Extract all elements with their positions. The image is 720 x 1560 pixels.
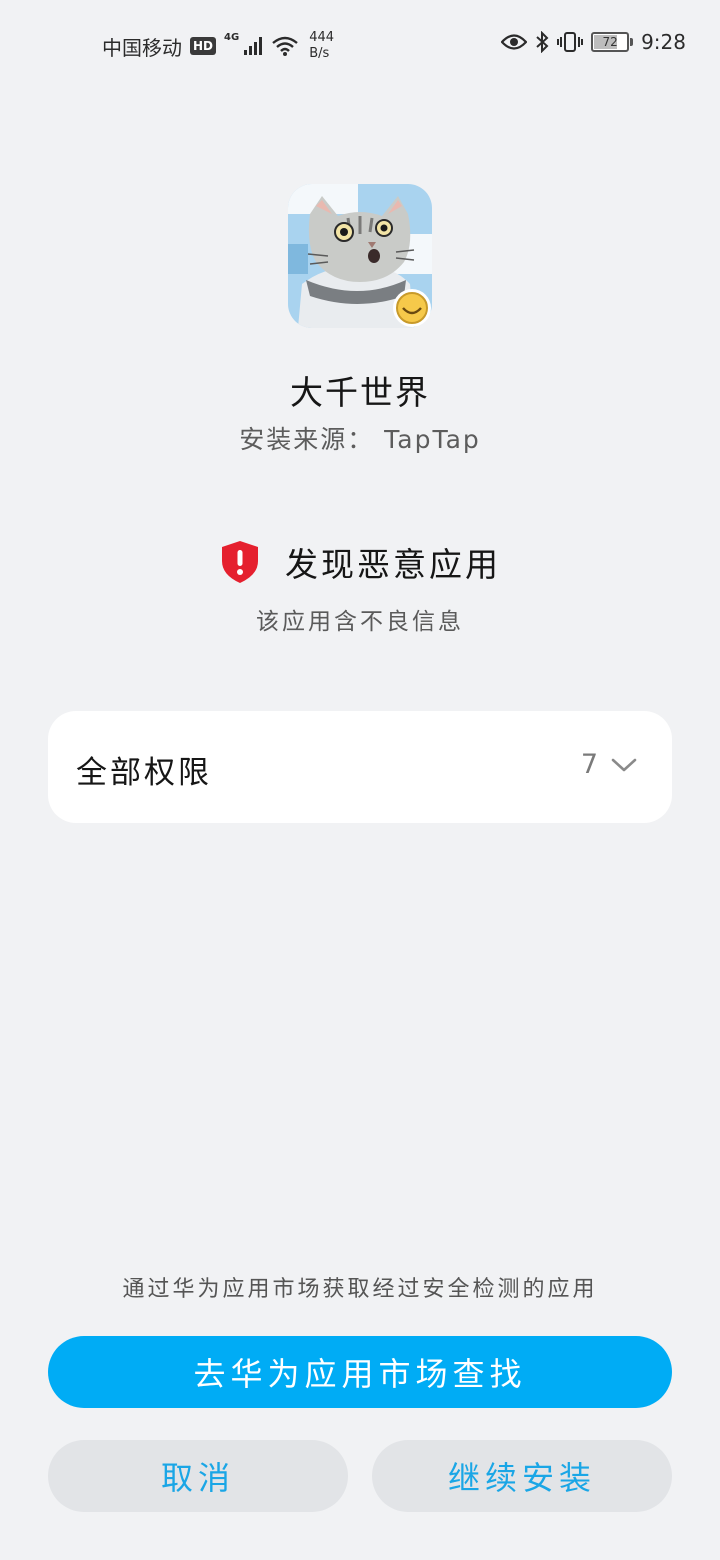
permissions-label: 全部权限 xyxy=(76,755,212,791)
security-hint: 通过华为应用市场获取经过安全检测的应用 xyxy=(122,1277,598,1302)
cancel-button[interactable]: 取消 xyxy=(48,1440,348,1512)
continue-install-button[interactable]: 继续安装 xyxy=(372,1440,672,1512)
wifi-icon xyxy=(272,36,298,56)
chevron-down-icon xyxy=(611,758,637,772)
all-permissions-row[interactable]: 全部权限 7 xyxy=(48,711,672,823)
warning-subtitle: 该应用含不良信息 xyxy=(256,609,464,635)
speed-value: 444 xyxy=(309,30,335,45)
signal-icon xyxy=(244,37,263,55)
status-bar-left: 中国移动 HD 4G 444 B/s xyxy=(102,30,334,62)
malware-warning: 发现恶意应用 xyxy=(0,538,720,586)
status-bar: 中国移动 HD 4G 444 B/s 72 9:28 xyxy=(0,0,720,88)
hd-badge: HD xyxy=(190,37,217,55)
app-name: 大千世界 xyxy=(290,373,430,412)
network-speed: 444 B/s xyxy=(309,30,334,62)
find-in-appgallery-button[interactable]: 去华为应用市场查找 xyxy=(48,1336,672,1408)
battery-level: 72 xyxy=(602,35,618,49)
bluetooth-icon xyxy=(536,31,549,53)
pixel-cat-icon xyxy=(288,184,432,328)
status-bar-right: 72 9:28 xyxy=(501,30,686,54)
clock: 9:28 xyxy=(641,30,686,54)
battery-indicator: 72 xyxy=(591,32,634,52)
install-source: 安装来源： TapTap xyxy=(239,425,481,454)
shield-alert-icon xyxy=(222,541,258,583)
permissions-count: 7 xyxy=(580,749,598,780)
speed-unit: B/s xyxy=(309,46,330,61)
warning-title: 发现恶意应用 xyxy=(285,545,501,584)
vibrate-icon xyxy=(557,32,584,52)
carrier-name: 中国移动 xyxy=(102,35,182,60)
eye-icon xyxy=(501,34,528,50)
network-type: 4G xyxy=(224,32,240,43)
